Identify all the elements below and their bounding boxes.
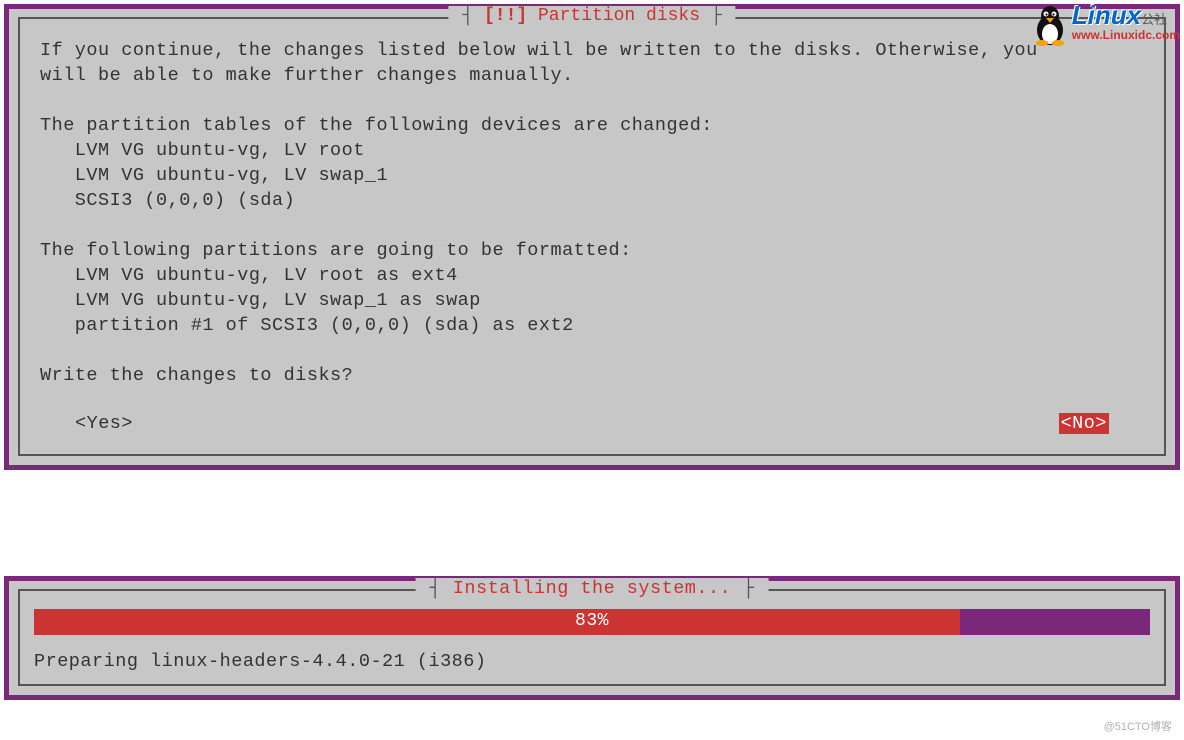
penguin-icon [1030, 2, 1070, 46]
progress-status-text: Preparing linux-headers-4.4.0-21 (i386) [34, 651, 1150, 672]
progress-title: ┤ Installing the system... ├ [416, 578, 769, 599]
install-progress-dialog: ┤ Installing the system... ├ 83% Prepari… [4, 576, 1180, 700]
yes-button[interactable]: <Yes> [75, 413, 133, 434]
watermark-brand: Linux [1072, 0, 1141, 30]
dialog-button-row: <Yes> <No> [40, 413, 1144, 436]
no-button[interactable]: <No> [1059, 413, 1109, 434]
progress-bar: 83% [34, 609, 1150, 635]
watermark-url: www.Linuxidc.com [1072, 29, 1180, 41]
progress-percent-label: 83% [34, 611, 1150, 631]
dialog-title: ┤ [!!] Partition disks ├ [448, 6, 735, 26]
watermark-brand-cn: 公社 [1141, 13, 1167, 28]
footer-watermark: @51CTO博客 [1104, 718, 1172, 734]
dialog-body-text: If you continue, the changes listed belo… [40, 39, 1144, 389]
watermark-logo: Linux公社 www.Linuxidc.com [1030, 2, 1180, 46]
partition-dialog: ┤ [!!] Partition disks ├ If you continue… [4, 4, 1180, 470]
